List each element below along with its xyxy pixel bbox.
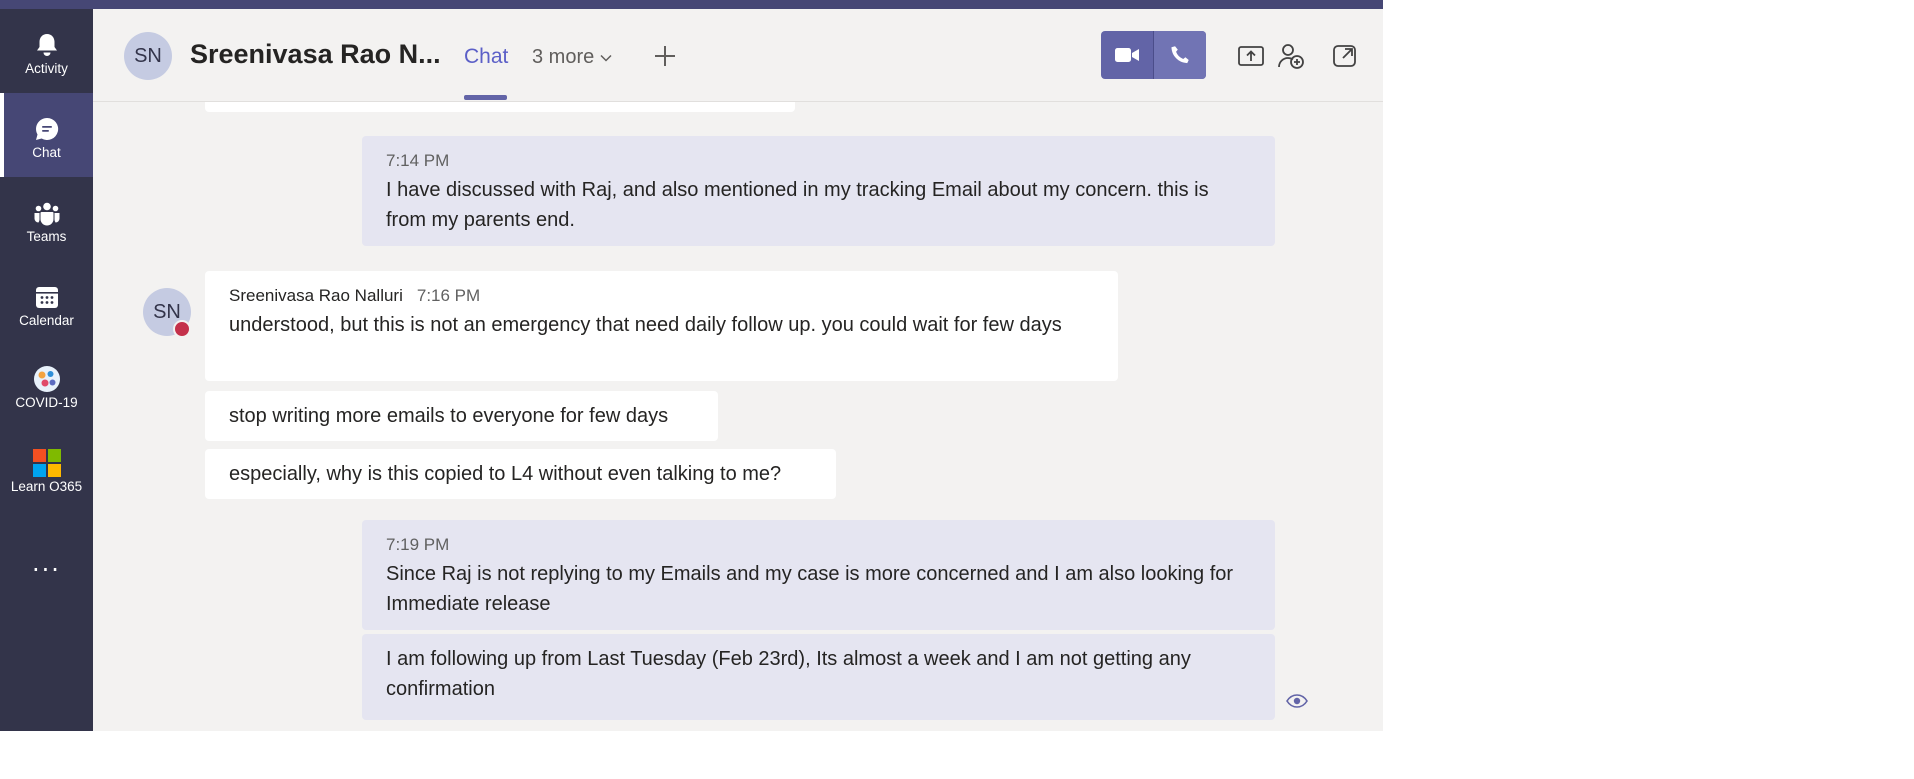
tab-more-label: 3 more [532, 46, 595, 68]
bell-icon [37, 34, 57, 56]
sender-name: Sreenivasa Rao Nalluri [229, 286, 403, 305]
rail-label-activity: Activity [25, 61, 68, 76]
message-timestamp: 7:19 PM [386, 535, 450, 554]
message-bubble[interactable]: I am following up from Last Tuesday (Feb… [362, 634, 1275, 720]
rail-label-covid: COVID-19 [15, 395, 78, 410]
active-tab-indicator [464, 95, 507, 100]
app-rail: Activity Chat Teams Calendar COVID-19 Le… [0, 9, 93, 731]
presence-busy-icon [173, 320, 191, 338]
chat-icon [36, 117, 59, 140]
chevron-down-icon [600, 54, 612, 62]
message-bubble-partial [205, 102, 795, 112]
video-camera-icon [1115, 48, 1139, 62]
message-bubble[interactable]: stop writing more emails to everyone for… [205, 391, 718, 441]
audio-call-button[interactable] [1154, 31, 1206, 79]
message-text: stop writing more emails to everyone for… [229, 405, 669, 427]
message-list: 7:14 PM I have discussed with Raj, and a… [93, 102, 1383, 731]
seen-receipt-icon [1286, 694, 1308, 708]
message-bubble[interactable]: Sreenivasa Rao Nalluri 7:16 PM understood… [205, 271, 1118, 381]
video-call-button[interactable] [1101, 31, 1154, 79]
message-timestamp: 7:14 PM [386, 151, 450, 170]
message-bubble[interactable]: 7:14 PM I have discussed with Raj, and a… [362, 136, 1275, 246]
page-title: Sreenivasa Rao N... [190, 39, 441, 69]
ellipsis-icon: ... [32, 549, 61, 577]
pop-out-icon[interactable] [1331, 42, 1359, 70]
chat-header: SN Sreenivasa Rao N... Chat 3 more [93, 9, 1383, 102]
add-people-icon[interactable] [1277, 42, 1305, 70]
rail-item-chat[interactable]: Chat [0, 93, 93, 177]
avatar[interactable]: SN [124, 32, 172, 80]
message-bubble[interactable]: 7:19 PM Since Raj is not replying to my … [362, 520, 1275, 630]
calendar-icon [36, 287, 58, 308]
message-text: especially, why is this copied to L4 wit… [229, 463, 782, 485]
rail-label-calendar: Calendar [19, 313, 74, 328]
rail-item-calendar[interactable]: Calendar [0, 261, 93, 345]
rail-label-teams: Teams [26, 229, 67, 244]
rail-label-learn-o365: Learn O365 [10, 479, 83, 494]
rail-label-chat: Chat [32, 145, 61, 160]
share-screen-icon[interactable] [1237, 42, 1265, 70]
teams-window: Activity Chat Teams Calendar COVID-19 Le… [0, 0, 1383, 731]
tab-more-dropdown[interactable]: 3 more [532, 46, 612, 69]
title-bar [0, 0, 1383, 9]
rail-item-activity[interactable]: Activity [0, 9, 93, 93]
message-text: I am following up from Last Tuesday (Feb… [386, 648, 1191, 700]
message-text: I have discussed with Raj, and also ment… [386, 179, 1209, 231]
tab-chat[interactable]: Chat [464, 45, 508, 69]
message-bubble[interactable]: especially, why is this copied to L4 wit… [205, 449, 836, 499]
phone-icon [1171, 46, 1189, 64]
covid-app-icon [34, 366, 60, 392]
message-text: Since Raj is not replying to my Emails a… [386, 563, 1234, 615]
microsoft-logo-icon [33, 449, 61, 477]
add-tab-icon[interactable] [650, 41, 680, 71]
call-buttons [1101, 31, 1206, 79]
message-text: understood, but this is not an emergency… [229, 314, 1062, 336]
rail-item-learn-o365[interactable]: Learn O365 [0, 427, 93, 511]
rail-item-covid[interactable]: COVID-19 [0, 343, 93, 427]
rail-item-teams[interactable]: Teams [0, 177, 93, 261]
more-apps-button[interactable]: ... [0, 549, 93, 589]
message-timestamp: 7:16 PM [416, 286, 481, 305]
teams-icon [34, 202, 60, 226]
message-meta: Sreenivasa Rao Nalluri 7:16 PM [229, 286, 1094, 306]
